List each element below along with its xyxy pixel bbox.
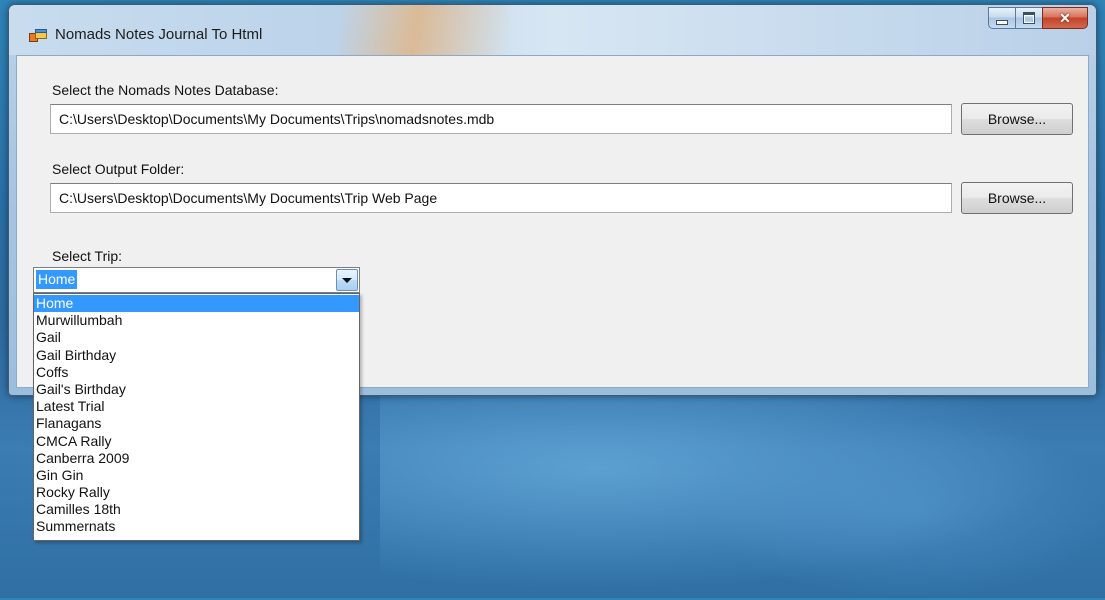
trip-select-value: Home <box>36 270 78 289</box>
trip-option[interactable]: Flanagans <box>34 415 359 432</box>
trip-select[interactable]: Home <box>33 267 360 293</box>
browse-output-button[interactable]: Browse... <box>961 182 1073 214</box>
app-window-icon <box>29 29 47 42</box>
database-label: Select the Nomads Notes Database: <box>52 82 279 98</box>
trip-dropdown-button[interactable] <box>336 269 358 291</box>
window-title: Nomads Notes Journal To Html <box>55 26 263 43</box>
minimize-icon <box>996 19 1008 25</box>
trip-option[interactable]: Gail's Birthday <box>34 381 359 398</box>
trip-option[interactable]: Murwillumbah <box>34 312 359 329</box>
trip-option[interactable]: Gail <box>34 329 359 346</box>
chevron-down-icon <box>342 277 352 283</box>
trip-option[interactable]: Canberra 2009 <box>34 450 359 467</box>
caption-buttons: ✕ <box>988 7 1088 29</box>
database-path-input[interactable] <box>50 104 952 134</box>
minimize-button[interactable] <box>988 7 1016 29</box>
close-icon: ✕ <box>1059 10 1071 26</box>
browse-database-button[interactable]: Browse... <box>961 103 1073 135</box>
trip-option[interactable]: Camilles 18th <box>34 501 359 518</box>
trip-option[interactable]: Summernats <box>34 518 359 535</box>
trip-option[interactable]: CMCA Rally <box>34 433 359 450</box>
output-folder-label: Select Output Folder: <box>52 161 185 177</box>
trip-dropdown-list: Home Murwillumbah Gail Gail Birthday Cof… <box>33 293 360 541</box>
maximize-button[interactable] <box>1015 7 1043 29</box>
maximize-icon <box>1023 12 1035 24</box>
output-folder-input[interactable] <box>50 183 952 213</box>
close-button[interactable]: ✕ <box>1042 7 1088 29</box>
trip-option[interactable]: Gin Gin <box>34 467 359 484</box>
trip-option[interactable]: Gail Birthday <box>34 347 359 364</box>
trip-option[interactable]: Coffs <box>34 364 359 381</box>
trip-option[interactable]: Home <box>34 295 359 313</box>
title-bar[interactable]: Nomads Notes Journal To Html ✕ <box>9 5 1096 55</box>
select-trip-label: Select Trip: <box>52 248 123 264</box>
trip-option[interactable]: Rocky Rally <box>34 484 359 501</box>
desktop-background-glow <box>700 420 1105 600</box>
trip-option[interactable]: Latest Trial <box>34 398 359 415</box>
title-bar-highlight <box>339 5 509 55</box>
